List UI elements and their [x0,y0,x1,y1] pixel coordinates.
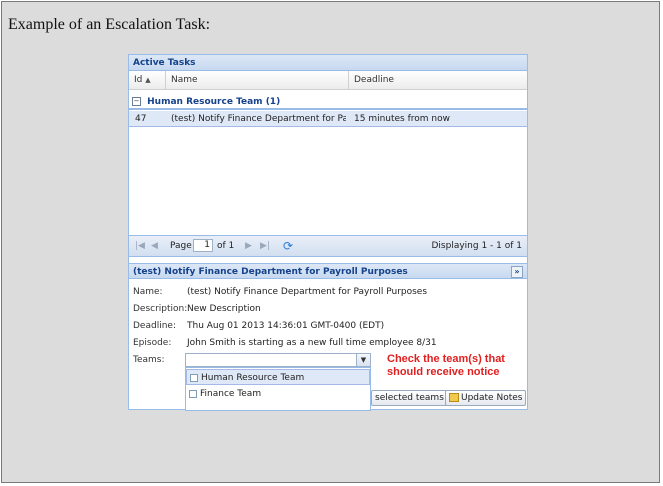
episode-value: John Smith is starting as a new full tim… [187,338,437,348]
team-option-finance[interactable]: Finance Team [186,386,370,402]
column-id-label: Id [134,75,143,85]
detail-title-text: (test) Notify Finance Department for Pay… [133,267,408,277]
teams-combo[interactable]: ▼ [185,353,371,367]
team-option-label: Human Resource Team [201,373,305,383]
team-option-label: Finance Team [200,389,262,399]
column-header-name[interactable]: Name [166,71,349,89]
next-page-icon[interactable]: ▶ [245,241,252,251]
panel-title: Active Tasks [129,55,527,71]
display-info: Displaying 1 - 1 of 1 [431,241,523,251]
sort-asc-icon: ▲ [145,76,151,84]
deadline-value: Thu Aug 01 2013 14:36:01 GMT-0400 (EDT) [187,321,385,331]
column-header-row: Id ▲ Name Deadline [129,71,527,90]
column-header-deadline[interactable]: Deadline [349,71,527,89]
collapse-group-icon[interactable]: − [132,97,141,106]
team-option-human-resource[interactable]: Human Resource Team [186,369,370,385]
row-name: (test) Notify Finance Department for Pay… [171,114,346,124]
prev-page-icon[interactable]: ◀ [151,241,158,251]
page-label: Page [170,241,192,251]
group-row-human-resource-team[interactable]: − Human Resource Team (1) [129,94,527,110]
notes-icon [449,393,459,402]
teams-label: Teams: [133,355,165,365]
page-frame: Example of an Escalation Task: Active Ta… [1,1,660,483]
page-of-label: of 1 [217,241,235,251]
group-label: Human Resource Team (1) [147,97,281,107]
teams-dropdown: Human Resource Team Finance Team [185,367,371,411]
first-page-icon[interactable]: |◀ [135,241,145,251]
name-value: (test) Notify Finance Department for Pay… [187,287,428,297]
checkbox-icon[interactable] [190,373,198,382]
annotation-note: Check the team(s) that should receive no… [387,353,505,378]
row-id: 47 [135,114,147,124]
table-row[interactable]: 47 (test) Notify Finance Department for … [129,111,527,127]
chevron-down-icon[interactable]: ▼ [356,354,370,366]
description-value: New Description [187,304,261,314]
active-tasks-panel: Active Tasks Id ▲ Name Deadline − Human … [128,54,528,411]
description-label: Description: [133,304,188,314]
update-notes-label: Update Notes [461,393,523,403]
collapse-panel-icon[interactable]: » [511,266,523,278]
update-notes-button[interactable]: Update Notes [445,390,527,406]
refresh-icon[interactable]: ⟳ [283,239,293,253]
page-title: Example of an Escalation Task: [8,16,211,33]
column-header-id[interactable]: Id ▲ [129,71,166,89]
detail-title: (test) Notify Finance Department for Pay… [129,263,527,279]
row-deadline: 15 minutes from now [354,114,450,124]
name-label: Name: [133,287,163,297]
episode-label: Episode: [133,338,172,348]
paging-toolbar: |◀ ◀ Page 1 of 1 ▶ ▶| ⟳ Displaying 1 - 1… [129,235,527,257]
checkbox-icon[interactable] [189,389,197,398]
deadline-label: Deadline: [133,321,176,331]
notify-selected-teams-button[interactable]: selected teams [371,390,448,406]
page-number-input[interactable]: 1 [193,239,213,252]
last-page-icon[interactable]: ▶| [260,241,270,251]
